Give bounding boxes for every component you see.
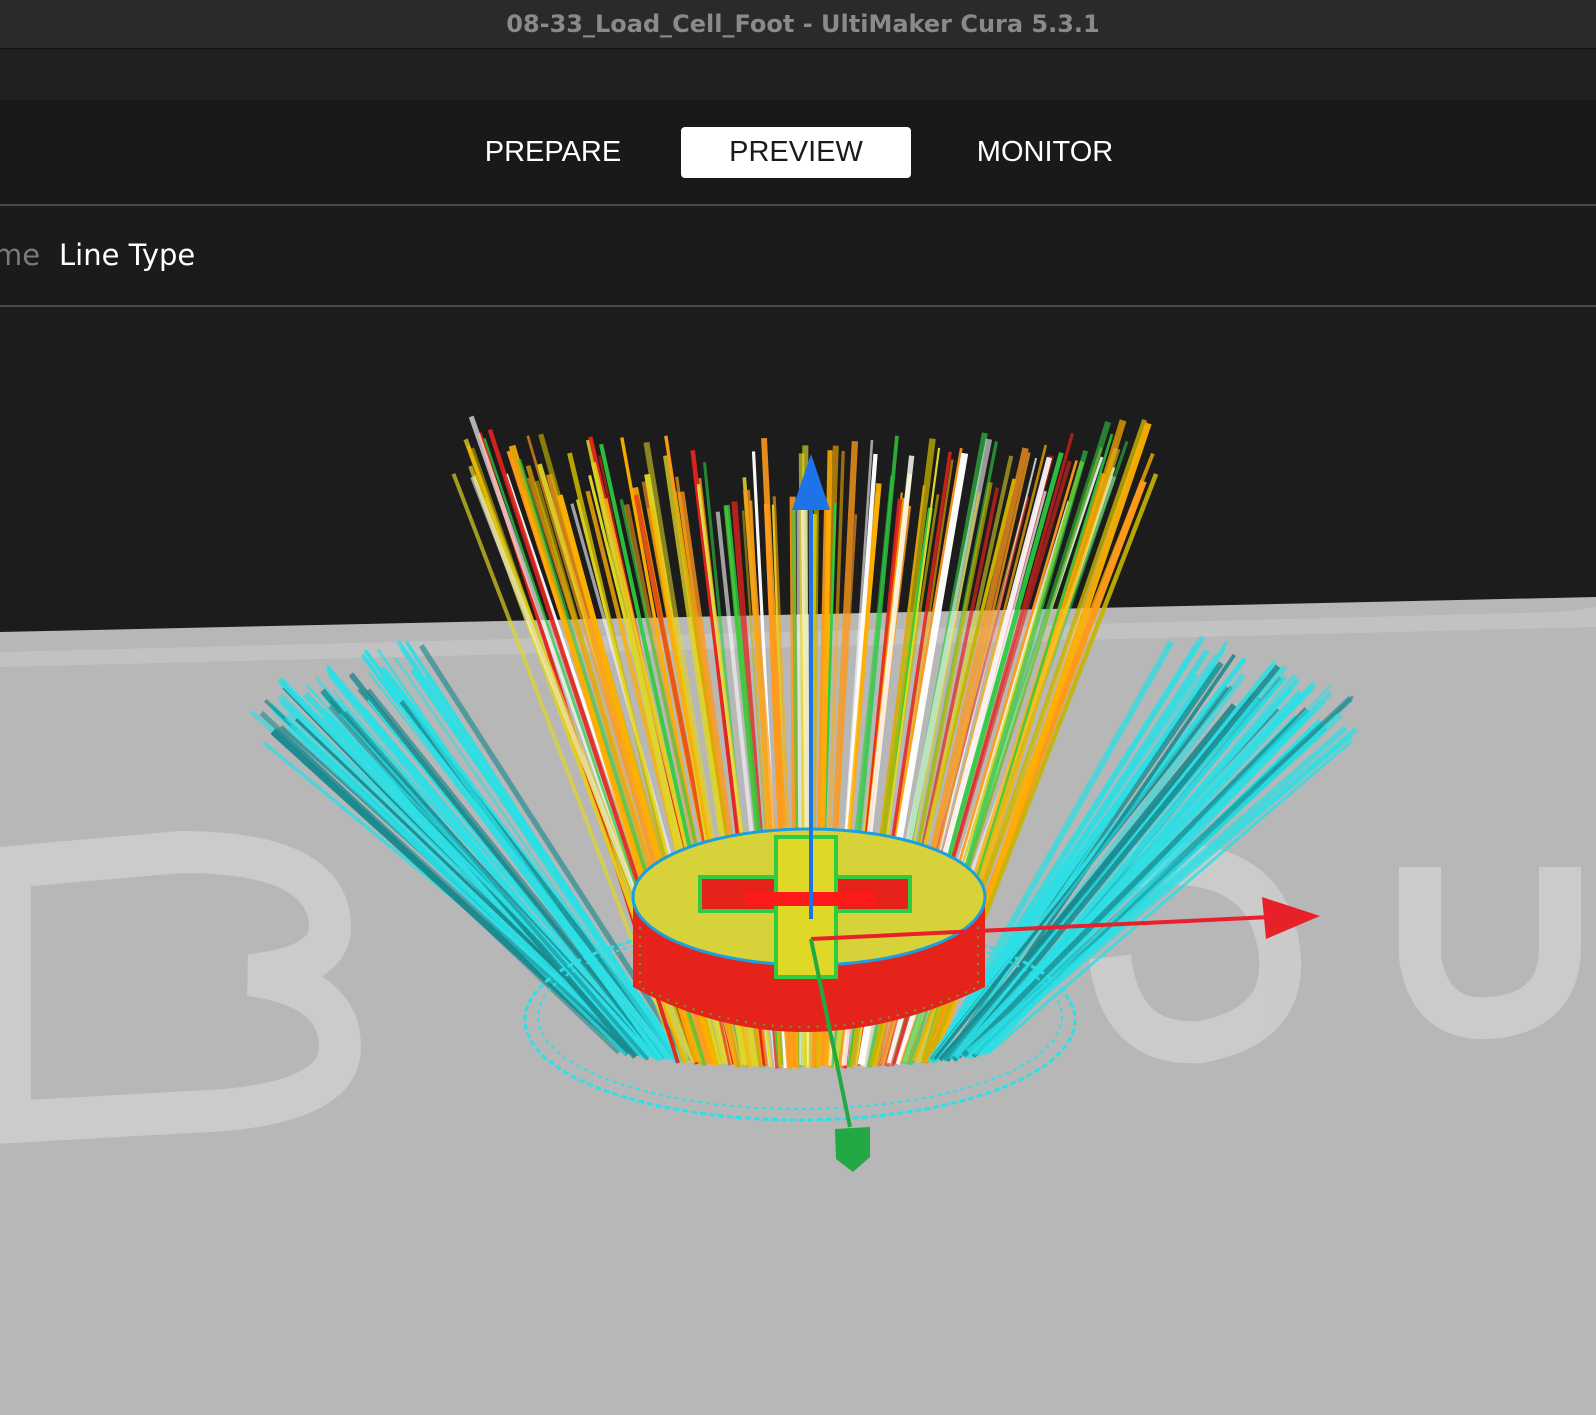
tab-monitor[interactable]: MONITOR (960, 127, 1130, 178)
line-type-dropdown[interactable]: Line Type (59, 238, 195, 272)
arrow-up-icon[interactable] (792, 454, 830, 510)
layer-preview-scene[interactable] (0, 307, 1596, 1415)
menu-bar (0, 49, 1596, 100)
tab-prepare[interactable]: PREPARE (460, 127, 646, 178)
view-toolbar: me Line Type (0, 206, 1596, 307)
color-scheme-label-partial: me (0, 238, 41, 272)
stage-menu: PREPARE PREVIEW MONITOR (0, 100, 1596, 206)
window-titlebar: 08-33_Load_Cell_Foot - UltiMaker Cura 5.… (0, 0, 1596, 49)
3d-viewport[interactable] (0, 307, 1596, 1415)
window-title: 08-33_Load_Cell_Foot - UltiMaker Cura 5.… (506, 10, 1100, 38)
tab-preview[interactable]: PREVIEW (681, 127, 911, 178)
